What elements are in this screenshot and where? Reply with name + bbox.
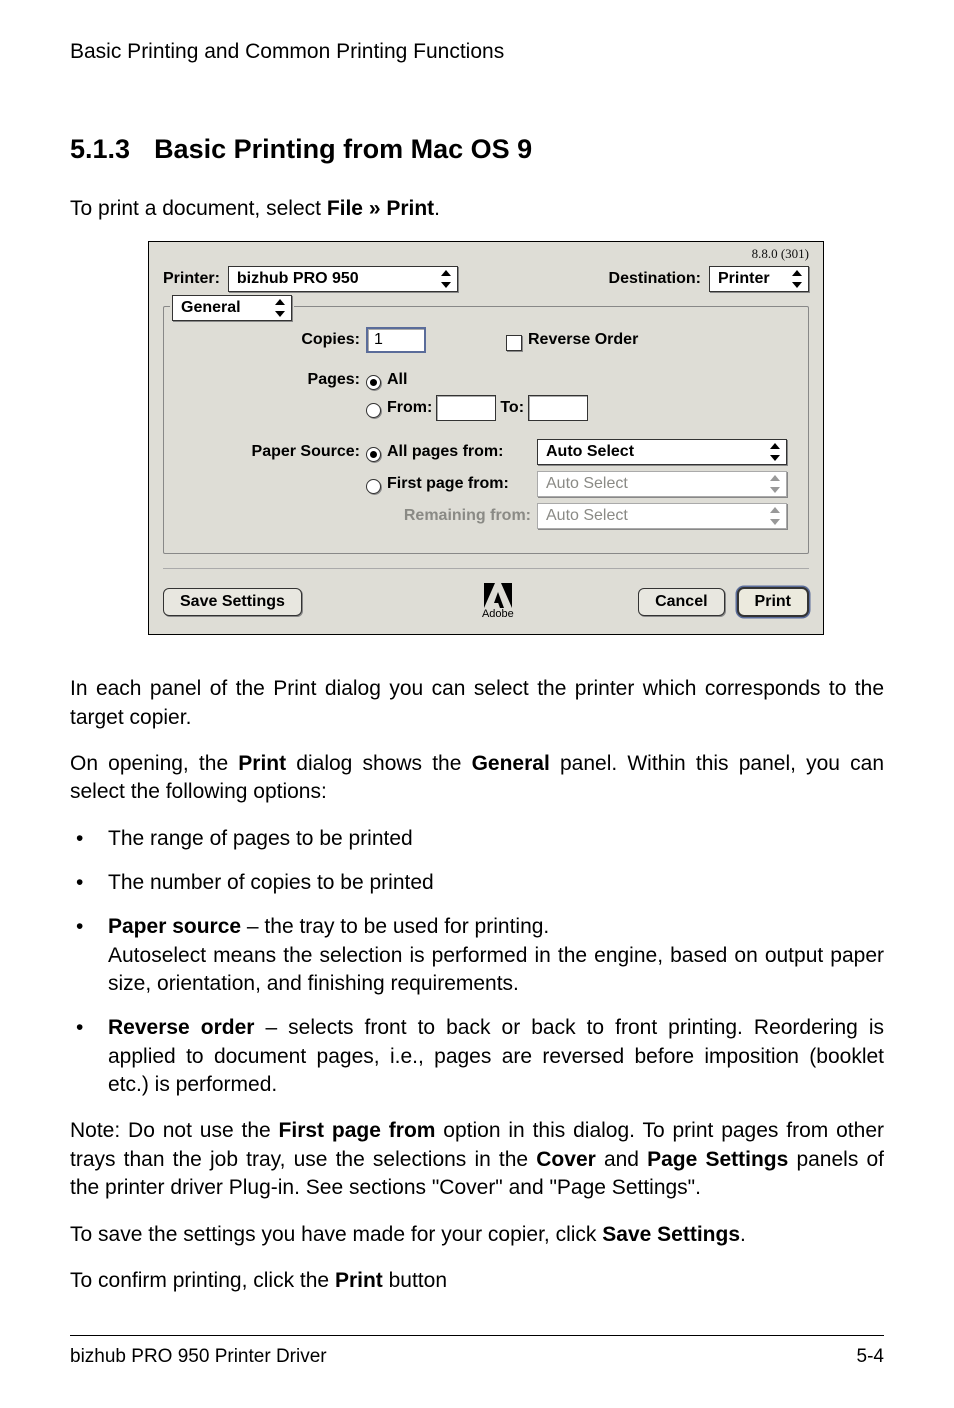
ps-remaining-value: Auto Select [546, 507, 628, 525]
print-dialog: 8.8.0 (301) Printer: bizhub PRO 950 Dest… [148, 241, 824, 635]
adobe-text: Adobe [482, 608, 514, 620]
paragraph-2: On opening, the Print dialog shows the G… [70, 750, 884, 807]
adobe-logo: Adobe [482, 583, 514, 620]
reverse-order-label: Reverse Order [528, 331, 638, 349]
ps-first-select: Auto Select [537, 471, 787, 497]
destination-label: Destination: [609, 270, 701, 288]
papersource-label: Paper Source: [176, 443, 366, 461]
pages-to-label: To: [500, 399, 524, 417]
ps-allpages-radio[interactable] [366, 447, 381, 462]
reverse-order-checkbox[interactable] [506, 335, 522, 351]
panel-value: General [181, 299, 241, 317]
save-settings-button[interactable]: Save Settings [163, 588, 302, 616]
cancel-button[interactable]: Cancel [638, 588, 724, 616]
ps-first-radio[interactable] [366, 479, 381, 494]
printer-value: bizhub PRO 950 [237, 270, 359, 288]
pages-from-label: From: [387, 399, 432, 417]
copies-label: Copies: [176, 331, 366, 349]
list-item: Reverse order – selects front to back or… [70, 1014, 884, 1099]
intro-line: To print a document, select File » Print… [70, 195, 884, 223]
list-item: The number of copies to be printed [70, 869, 884, 897]
ps-allpages-value: Auto Select [546, 443, 634, 461]
printer-select[interactable]: bizhub PRO 950 [228, 266, 458, 292]
list-item: Paper source – the tray to be used for p… [70, 913, 884, 998]
pages-all-label: All [387, 371, 407, 389]
intro-bold: File » Print [327, 197, 434, 220]
copies-input[interactable] [366, 327, 426, 353]
paragraph-3: Note: Do not use the First page from opt… [70, 1117, 884, 1202]
section-title: Basic Printing from Mac OS 9 [154, 134, 532, 164]
footer-left: bizhub PRO 950 Printer Driver [70, 1346, 327, 1368]
updown-arrows-icon [273, 298, 287, 318]
printer-label: Printer: [163, 270, 220, 288]
updown-arrows-icon [768, 506, 782, 526]
pages-all-radio[interactable] [366, 375, 381, 390]
panel-select[interactable]: General [172, 295, 292, 321]
section-heading: 5.1.3 Basic Printing from Mac OS 9 [70, 134, 884, 165]
destination-select[interactable]: Printer [709, 266, 809, 292]
page-footer: bizhub PRO 950 Printer Driver 5-4 [70, 1335, 884, 1368]
updown-arrows-icon [768, 474, 782, 494]
destination-value: Printer [718, 270, 770, 288]
section-number: 5.1.3 [70, 134, 130, 165]
ps-allpages-label: All pages from: [387, 443, 537, 461]
ps-remaining-select: Auto Select [537, 503, 787, 529]
paragraph-5: To confirm printing, click the Print but… [70, 1267, 884, 1295]
paragraph-4: To save the settings you have made for y… [70, 1221, 884, 1249]
updown-arrows-icon [790, 269, 804, 289]
pages-label: Pages: [176, 371, 366, 389]
intro-prefix: To print a document, select [70, 197, 327, 220]
ps-allpages-select[interactable]: Auto Select [537, 439, 787, 465]
pages-from-radio[interactable] [366, 403, 381, 418]
ps-first-label: First page from: [387, 475, 537, 493]
updown-arrows-icon [439, 269, 453, 289]
adobe-logo-icon [484, 583, 512, 608]
dialog-version: 8.8.0 (301) [752, 246, 809, 262]
pages-to-input[interactable] [528, 395, 588, 421]
pages-from-input[interactable] [436, 395, 496, 421]
page-header: Basic Printing and Common Printing Funct… [70, 40, 884, 64]
ps-remaining-label: Remaining from: [387, 507, 537, 525]
print-button[interactable]: Print [737, 587, 809, 617]
footer-right: 5-4 [857, 1346, 884, 1368]
updown-arrows-icon [768, 442, 782, 462]
options-list: The range of pages to be printed The num… [70, 825, 884, 1100]
general-fieldset: General Copies: Reverse Order Pages: All… [163, 306, 809, 554]
intro-suffix: . [434, 197, 440, 220]
list-item: The range of pages to be printed [70, 825, 884, 853]
paragraph-1: In each panel of the Print dialog you ca… [70, 675, 884, 732]
ps-first-value: Auto Select [546, 475, 628, 493]
